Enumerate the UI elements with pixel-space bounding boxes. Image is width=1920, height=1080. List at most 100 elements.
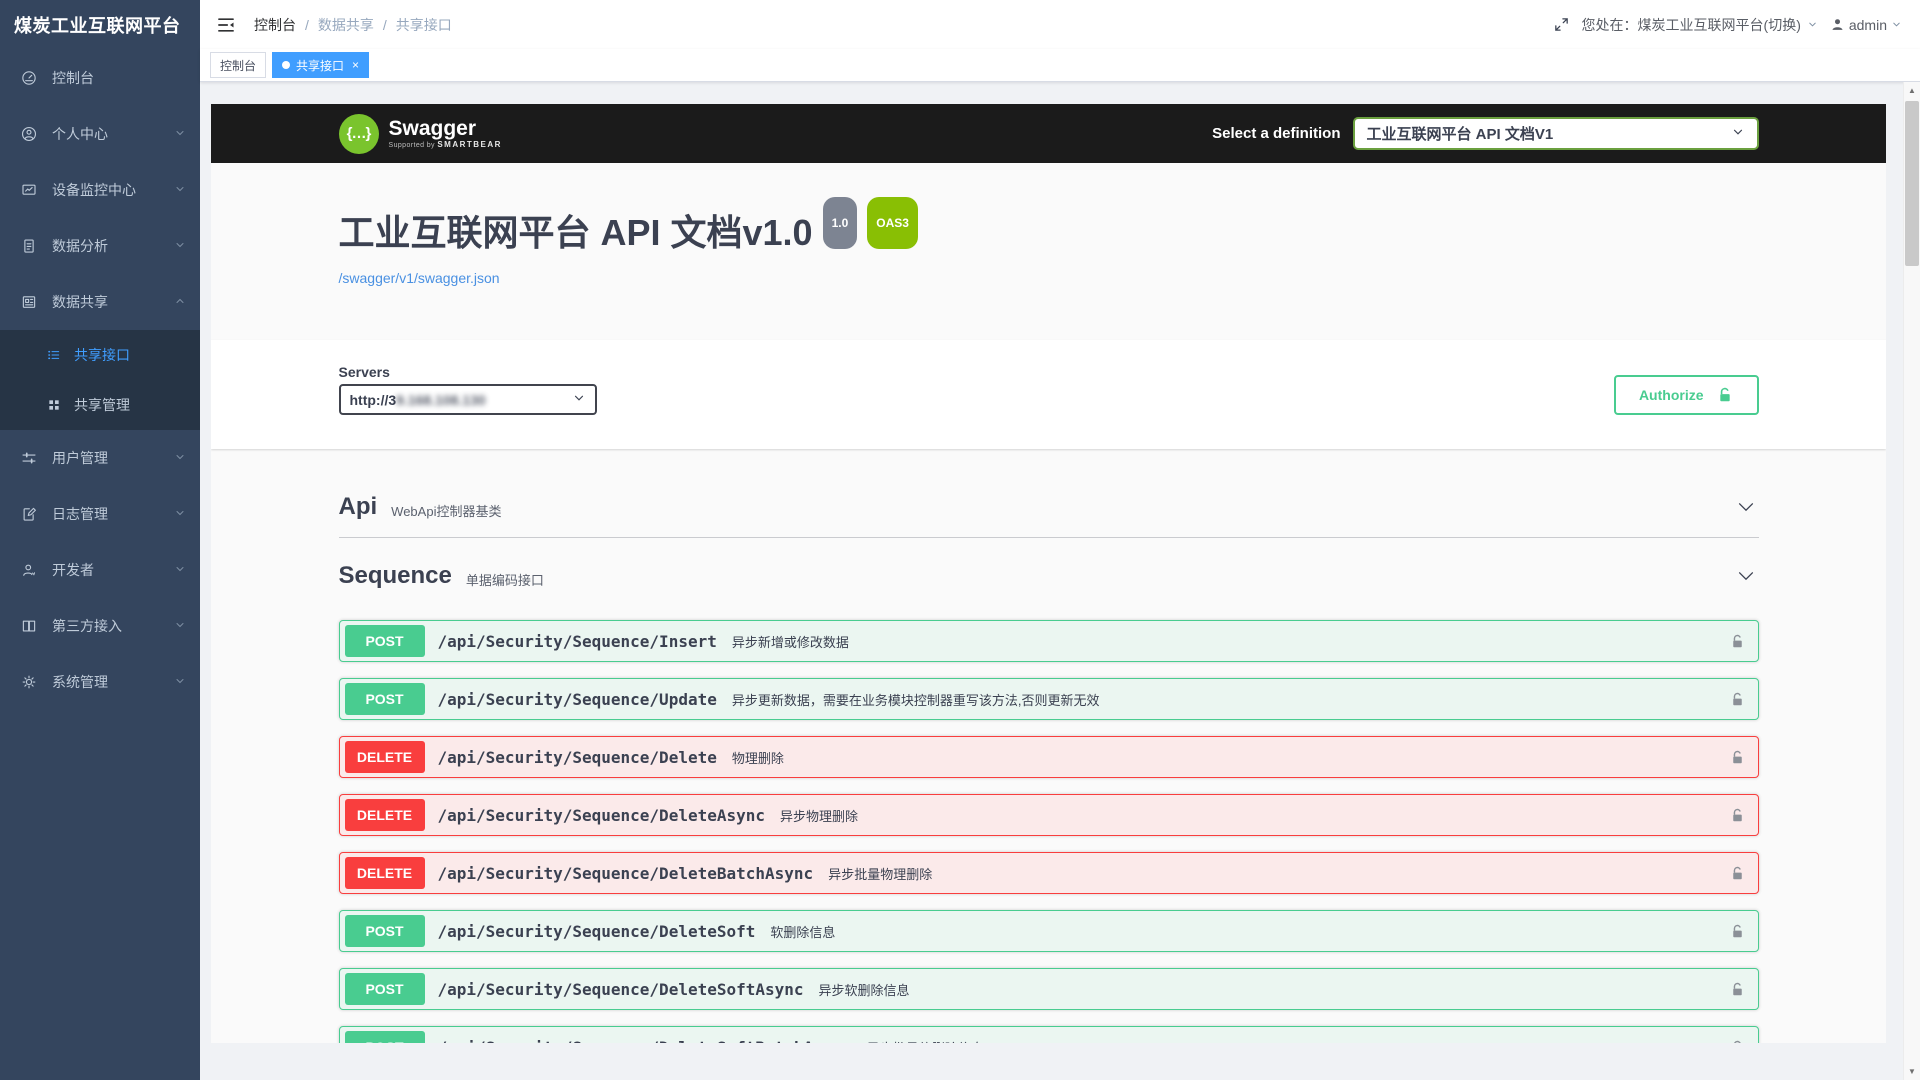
gear-icon [20,673,38,691]
breadcrumb-item[interactable]: 共享接口 [396,15,452,35]
spec-json-link[interactable]: /swagger/v1/swagger.json [339,270,500,286]
sidebar-item-console[interactable]: 控制台 [0,50,200,106]
server-url-masked: 9.168.108.130 [396,392,486,408]
sidebar-item-third-party[interactable]: 第三方接入 [0,598,200,654]
swagger-brand-name: Swagger [389,118,502,140]
endpoint-path[interactable]: /api/Security/Sequence/DeleteSoftAsync [438,980,804,999]
http-method-badge: POST [345,683,425,715]
section-name: Sequence [339,562,452,590]
endpoint-path[interactable]: /api/Security/Sequence/DeleteSoft [438,922,756,941]
authorize-label: Authorize [1639,387,1704,403]
swagger-brand-subtitle: Supported by SMARTBEAR [389,140,502,149]
lock-open-icon[interactable] [1729,807,1746,824]
scroll-up-arrow-icon[interactable]: ▲ [1904,82,1920,99]
sidebar-item-user-management[interactable]: 用户管理 [0,430,200,486]
fullscreen-icon[interactable] [1553,16,1570,33]
endpoint-row[interactable]: DELETE /api/Security/Sequence/Delete 物理删… [339,736,1759,778]
sidebar-subitem-shared-api[interactable]: 共享接口 [0,330,200,380]
grid-icon [46,397,62,413]
swagger-brand: {…} Swagger Supported by SMARTBEAR [339,114,502,154]
main-area: 控制台 数据共享 共享接口 您处在：煤炭工业互联网平台(切换) admin [200,0,1920,1080]
endpoint-path[interactable]: /api/Security/Sequence/Insert [438,632,717,651]
lock-open-icon[interactable] [1729,1039,1746,1044]
tab-label: 共享接口 [296,57,344,74]
definition-selector-label: Select a definition [1212,125,1340,142]
endpoint-row[interactable]: POST /api/Security/Sequence/DeleteSoft 软… [339,910,1759,952]
endpoint-summary: 异步物理删除 [780,806,858,825]
scheme-container: Servers http://39.168.108.130 Authorize [211,340,1886,449]
server-select[interactable]: http://39.168.108.130 [339,384,597,415]
endpoint-summary: 异步更新数据，需要在业务模块控制器重写该方法,否则更新无效 [732,690,1100,709]
book-icon [20,617,38,635]
endpoint-row[interactable]: POST /api/Security/Sequence/Update 异步更新数… [339,678,1759,720]
http-method-badge: DELETE [345,857,425,889]
sidebar-item-personal-center[interactable]: 个人中心 [0,106,200,162]
sidebar-item-device-monitor[interactable]: 设备监控中心 [0,162,200,218]
sidebar-subitem-label: 共享接口 [74,345,200,365]
lock-open-icon[interactable] [1729,749,1746,766]
endpoint-path[interactable]: /api/Security/Sequence/DeleteSoftBatchAs… [438,1038,852,1044]
lock-open-icon[interactable] [1729,633,1746,650]
server-url-prefix: http://3 [350,392,397,408]
scroll-down-arrow-icon[interactable]: ▼ [1904,1063,1920,1080]
chevron-down-icon [1731,125,1745,143]
chevron-down-icon [572,391,586,408]
sidebar-item-system-management[interactable]: 系统管理 [0,654,200,710]
http-method-badge: POST [345,915,425,947]
sidebar-menu: 控制台 个人中心 设备监控中心 数据分析 数据共享 [0,50,200,1080]
endpoint-row[interactable]: POST /api/Security/Sequence/Insert 异步新增或… [339,620,1759,662]
endpoint-path[interactable]: /api/Security/Sequence/DeleteAsync [438,806,766,825]
monitor-chart-icon [20,181,38,199]
close-icon[interactable]: × [352,59,359,71]
endpoint-row[interactable]: DELETE /api/Security/Sequence/DeleteAsyn… [339,794,1759,836]
endpoint-row[interactable]: POST /api/Security/Sequence/DeleteSoftAs… [339,968,1759,1010]
authorize-button[interactable]: Authorize [1614,375,1759,415]
section-sequence-header[interactable]: Sequence 单据编码接口 [339,538,1759,608]
chevron-down-icon [174,562,186,578]
section-api-header[interactable]: Api WebApi控制器基类 [339,477,1759,538]
active-tab-dot [282,61,290,69]
endpoint-path[interactable]: /api/Security/Sequence/Delete [438,748,717,767]
endpoint-row[interactable]: DELETE /api/Security/Sequence/DeleteBatc… [339,852,1759,894]
chevron-down-icon [174,126,186,142]
chevron-down-icon[interactable] [1735,565,1757,587]
scrollbar-thumb[interactable] [1905,101,1919,266]
user-avatar-icon [1830,17,1845,32]
http-method-badge: POST [345,973,425,1005]
breadcrumb-separator [383,17,387,33]
lock-open-icon [1716,386,1734,404]
sidebar-toggle-icon[interactable] [216,15,236,35]
sidebar-item-developer[interactable]: 开发者 [0,542,200,598]
vertical-scrollbar[interactable]: ▲ ▼ [1903,82,1920,1080]
lock-open-icon[interactable] [1729,691,1746,708]
chevron-down-icon [174,182,186,198]
developer-icon [20,561,38,579]
definition-select[interactable]: 工业互联网平台 API 文档V1 [1353,117,1759,150]
operations-list: POST /api/Security/Sequence/Insert 异步新增或… [339,620,1759,1043]
data-sharing-submenu: 共享接口 共享管理 [0,330,200,430]
sidebar-item-label: 日志管理 [52,504,174,524]
user-menu[interactable]: admin [1830,17,1902,33]
chevron-down-icon[interactable] [1735,496,1757,518]
sidebar-item-log-management[interactable]: 日志管理 [0,486,200,542]
endpoint-summary: 异步批量软删除信息 [867,1038,984,1044]
endpoint-summary: 异步软删除信息 [819,980,910,999]
sidebar-item-label: 设备监控中心 [52,180,174,200]
report-doc-icon [20,237,38,255]
lock-open-icon[interactable] [1729,865,1746,882]
tab-console[interactable]: 控制台 [210,52,266,78]
endpoint-path[interactable]: /api/Security/Sequence/DeleteBatchAsync [438,864,814,883]
breadcrumb-item[interactable]: 控制台 [254,15,296,35]
breadcrumb-item[interactable]: 数据共享 [318,15,374,35]
sidebar-item-data-sharing[interactable]: 数据共享 [0,274,200,330]
lock-open-icon[interactable] [1729,923,1746,940]
tenant-switcher[interactable]: 您处在：煤炭工业互联网平台(切换) [1582,15,1818,35]
sidebar-subitem-sharing-management[interactable]: 共享管理 [0,380,200,430]
endpoint-row[interactable]: POST /api/Security/Sequence/DeleteSoftBa… [339,1026,1759,1043]
tab-shared-api[interactable]: 共享接口 × [272,52,369,78]
http-method-badge: POST [345,625,425,657]
lock-open-icon[interactable] [1729,981,1746,998]
sidebar-item-data-analysis[interactable]: 数据分析 [0,218,200,274]
content-area: {…} Swagger Supported by SMARTBEAR Selec… [200,82,1920,1080]
endpoint-path[interactable]: /api/Security/Sequence/Update [438,690,717,709]
